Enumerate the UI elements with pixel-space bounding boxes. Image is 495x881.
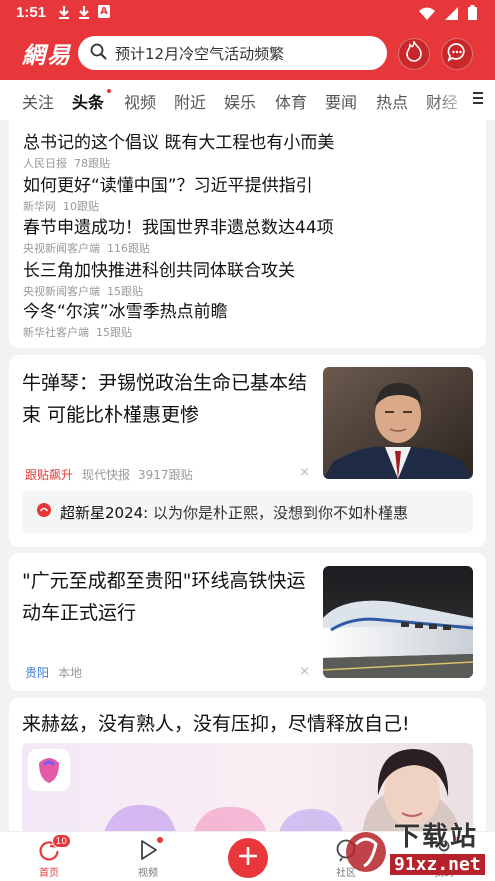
publish-button[interactable] — [228, 838, 268, 878]
plus-icon — [238, 846, 258, 869]
hot-item-meta: 人民日报 78跟贴 — [23, 155, 334, 171]
article-tag: 跟贴飙升 — [25, 468, 74, 482]
play-icon — [136, 836, 164, 862]
nav-video-label: 视频 — [138, 868, 158, 879]
video-red-dot — [156, 836, 164, 844]
article-meta: 贵阳 本地 — [25, 664, 82, 681]
list-item[interactable]: 春节申遗成功！我国世界非遗总数达44项 央视新闻客户端 116跟贴 — [23, 213, 334, 256]
article-thumbnail[interactable] — [323, 566, 473, 678]
article-tag: 贵阳 — [25, 666, 50, 680]
download-icon — [78, 5, 90, 24]
tab-entertainment[interactable]: 娱乐 — [224, 89, 256, 113]
channel-tabs: 关注 头条 视频 附近 娱乐 体育 要闻 热点 财经 — [0, 80, 495, 120]
search-bar[interactable]: 预计12月冷空气活动频繁 — [78, 36, 387, 70]
hot-comment[interactable]: 超新星2024: 以为你是朴正熙，没想到你不如朴槿惠 — [22, 491, 473, 533]
article-meta: 跟贴飙升 现代快报 3917跟贴 — [25, 466, 193, 483]
article-count: 3917跟贴 — [138, 468, 193, 482]
tab-nearby[interactable]: 附近 — [174, 89, 206, 113]
hot-item-source: 新华网 — [23, 200, 56, 213]
hot-item-meta: 央视新闻客户端 116跟贴 — [23, 240, 334, 256]
tab-news[interactable]: 要闻 — [325, 89, 357, 113]
hot-item-title: 总书记的这个倡议 既有大工程也有小而美 — [23, 133, 335, 153]
battery-icon — [468, 5, 477, 24]
hot-item-count: 116跟贴 — [107, 242, 150, 255]
nav-video[interactable]: 视频 — [118, 836, 178, 879]
comment-text: 以为你是朴正熙，没想到你不如朴槿惠 — [148, 503, 409, 522]
article-title[interactable]: "广元至成都至贵阳"环线高铁快运动车正式运行 — [22, 565, 314, 629]
message-button[interactable] — [441, 38, 473, 70]
hot-item-meta: 新华网 10跟贴 — [23, 198, 313, 214]
hot-item-count: 10跟贴 — [63, 200, 99, 213]
signal-icon — [445, 5, 458, 24]
list-item[interactable]: 如何更好“读懂中国”？习近平提供指引 新华网 10跟贴 — [23, 171, 313, 214]
comment-content: 超新星2024: 以为你是朴正熙，没想到你不如朴槿惠 — [60, 502, 408, 523]
refresh-icon: 10 — [37, 834, 71, 862]
status-bar: 1:51 A — [0, 0, 495, 26]
list-item[interactable]: 今冬“尔滨”冰雪季热点前瞻 新华社客户端 15跟贴 — [23, 297, 228, 340]
hot-item-count: 15跟贴 — [96, 326, 132, 339]
ad-title[interactable]: 来赫兹，没有熟人，没有压抑，尽情释放自己! — [22, 708, 482, 740]
chat-bubble-icon — [447, 42, 467, 66]
search-placeholder: 预计12月冷空气活动频繁 — [115, 44, 285, 63]
watermark-text: 下载站 — [394, 822, 479, 852]
article-title[interactable]: 牛弹琴：尹锡悦政治生命已基本结束 可能比朴槿惠更惨 — [22, 367, 314, 431]
nav-home[interactable]: 10 首页 — [19, 834, 79, 879]
tab-video[interactable]: 视频 — [124, 89, 156, 113]
tab-hot[interactable]: 热点 — [376, 89, 408, 113]
system-status-icons — [419, 5, 477, 24]
dismiss-button[interactable]: × — [299, 465, 310, 480]
hot-item-source: 新华社客户端 — [23, 326, 89, 339]
status-time: 1:51 — [16, 4, 47, 21]
hot-item-title: 今冬“尔滨”冰雪季热点前瞻 — [23, 302, 228, 322]
tab-follow[interactable]: 关注 — [22, 89, 54, 113]
tabs-fade — [433, 80, 473, 120]
hot-item-meta: 新华社客户端 15跟贴 — [23, 324, 228, 340]
hot-item-source: 央视新闻客户端 — [23, 242, 100, 255]
hot-button[interactable] — [398, 38, 430, 70]
hot-item-source: 人民日报 — [23, 157, 67, 170]
article-source: 现代快报 — [82, 468, 131, 482]
home-badge: 10 — [51, 834, 71, 848]
tab-menu-icon[interactable] — [471, 89, 485, 105]
portrait-image — [323, 367, 473, 479]
comment-user: 超新星2024: — [60, 503, 149, 522]
dismiss-button[interactable]: × — [299, 664, 310, 679]
hot-item-title: 春节申遗成功！我国世界非遗总数达44项 — [23, 218, 334, 238]
notification-icons: A — [58, 5, 110, 24]
watermark-url: 91xz.net — [390, 854, 485, 875]
hot-item-title: 长三角加快推进科创共同体联合攻关 — [23, 261, 295, 281]
wifi-icon — [419, 5, 435, 24]
news-card[interactable]: "广元至成都至贵阳"环线高铁快运动车正式运行 贵阳 本地 × — [9, 553, 486, 691]
tab-headline[interactable]: 头条 — [72, 89, 104, 113]
list-item[interactable]: 长三角加快推进科创共同体联合攻关 央视新闻客户端 15跟贴 — [23, 256, 295, 299]
site-watermark: 下载站 91xz.net — [344, 812, 494, 880]
comment-icon — [36, 502, 52, 522]
article-source: 本地 — [58, 666, 83, 680]
article-thumbnail[interactable] — [323, 367, 473, 479]
flame-icon — [404, 39, 424, 67]
news-card[interactable]: 牛弹琴：尹锡悦政治生命已基本结束 可能比朴槿惠更惨 跟贴飙升 现代快报 3917跟贴… — [9, 355, 486, 547]
nav-home-label: 首页 — [39, 868, 59, 879]
list-item[interactable]: 总书记的这个倡议 既有大工程也有小而美 人民日报 78跟贴 — [23, 128, 334, 171]
tab-sports[interactable]: 体育 — [275, 89, 307, 113]
netease-logo: 網易 — [22, 42, 72, 69]
hot-item-title: 如何更好“读懂中国”？习近平提供指引 — [23, 176, 313, 196]
app-header: 1:51 A 網易 预计12月冷空气活动频繁 — [0, 0, 495, 80]
hot-item-count: 78跟贴 — [74, 157, 110, 170]
download-icon — [58, 5, 70, 24]
tab-headline-dot — [106, 88, 112, 94]
train-image — [323, 566, 473, 678]
search-icon — [90, 43, 107, 64]
hot-news-card: 总书记的这个倡议 既有大工程也有小而美 人民日报 78跟贴 如何更好“读懂中国”？… — [9, 120, 486, 348]
app-notification-icon: A — [98, 5, 110, 18]
